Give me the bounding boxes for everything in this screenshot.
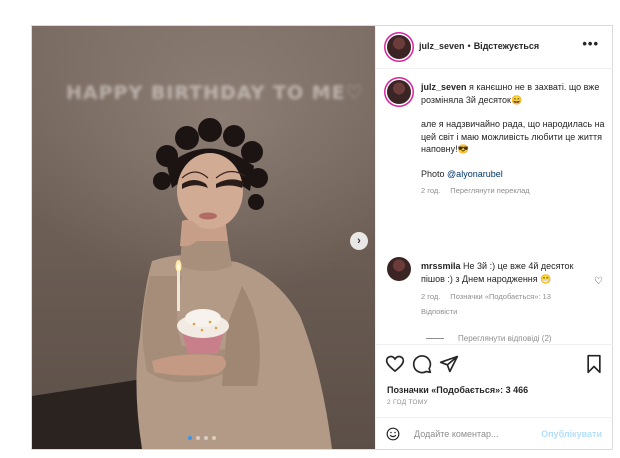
post-header: julz_seven • Відстежується ••• — [376, 26, 613, 69]
carousel-dot — [196, 436, 200, 440]
heart-icon — [385, 355, 405, 373]
carousel-dot — [204, 436, 208, 440]
publish-button[interactable]: Опублікувати — [541, 429, 602, 439]
photo-credit-line: Photo @alyonarubel — [421, 168, 606, 181]
caption-line2: але я надзвичайно рада, що народилась на… — [421, 119, 605, 154]
translate-link[interactable]: Переглянути переклад — [450, 186, 529, 195]
chevron-right-icon: › — [357, 235, 361, 247]
avatar[interactable] — [387, 35, 411, 59]
caption-time: 2 год. — [421, 186, 441, 195]
comment-meta: 2 год. Позначки «Подобається»: 13 Відпові… — [421, 291, 591, 318]
comment-button[interactable] — [412, 354, 432, 374]
header-username[interactable]: julz_seven — [419, 41, 465, 51]
reply-link[interactable]: Відповісти — [421, 306, 591, 319]
post-side-panel: julz_seven • Відстежується ••• julz_seven … — [375, 26, 613, 449]
likes-count[interactable]: Позначки «Подобається»: 3 466 — [387, 385, 528, 395]
commenter-avatar[interactable] — [387, 257, 411, 281]
smile-icon — [386, 427, 400, 441]
caption-meta: 2 год. Переглянути переклад — [421, 185, 606, 198]
caption: julz_seven я канєшно не в захваті. що вж… — [421, 81, 606, 198]
carousel-dots — [188, 436, 216, 440]
portrait-illustration — [32, 118, 332, 449]
post-photo[interactable]: HAPPY BIRTHDAY TO ME♡ › — [32, 26, 375, 449]
more-icon: ••• — [582, 36, 599, 51]
like-button[interactable] — [385, 354, 405, 374]
comment-like-button[interactable]: ♡ — [594, 276, 603, 287]
header-user-line: julz_seven • Відстежується — [419, 41, 539, 51]
next-photo-button[interactable]: › — [350, 232, 368, 250]
carousel-dot — [212, 436, 216, 440]
view-replies-label: Переглянути відповіді (2) — [458, 334, 552, 343]
comment-icon — [412, 355, 432, 374]
comment-composer: Додайте коментар... Опублікувати — [376, 417, 613, 450]
comments-list: julz_seven я канєшно не в захваті. що вж… — [376, 69, 613, 344]
comment-time: 2 год. — [421, 292, 441, 301]
caption-username[interactable]: julz_seven — [421, 82, 467, 92]
save-button[interactable] — [584, 354, 604, 374]
comment-likes[interactable]: Позначки «Подобається»: 13 — [450, 292, 551, 301]
more-options-button[interactable]: ••• — [582, 36, 599, 51]
instagram-post: HAPPY BIRTHDAY TO ME♡ › julz_seven • Від… — [31, 25, 613, 450]
follow-status[interactable]: Відстежується — [474, 41, 539, 51]
photo-label: Photo — [421, 168, 445, 179]
bookmark-icon — [587, 354, 601, 374]
comment-input[interactable]: Додайте коментар... — [414, 429, 499, 439]
view-replies[interactable]: Переглянути відповіді (2) — [426, 334, 552, 343]
send-icon — [439, 355, 459, 373]
heart-icon: ♡ — [594, 276, 603, 287]
post-time: 2 ГОД ТОМУ — [387, 399, 428, 406]
emoji-button[interactable] — [386, 427, 400, 441]
header-separator: • — [467, 41, 471, 51]
share-button[interactable] — [439, 354, 459, 374]
replies-divider — [426, 338, 444, 339]
photo-credit-mention[interactable]: @alyonarubel — [447, 169, 503, 179]
comment: mrssmila Не 3й :) це вже 4й десяток пішо… — [421, 260, 591, 318]
carousel-dot — [188, 436, 192, 440]
comment-username[interactable]: mrssmila — [421, 261, 461, 271]
caption-avatar[interactable] — [387, 80, 411, 104]
